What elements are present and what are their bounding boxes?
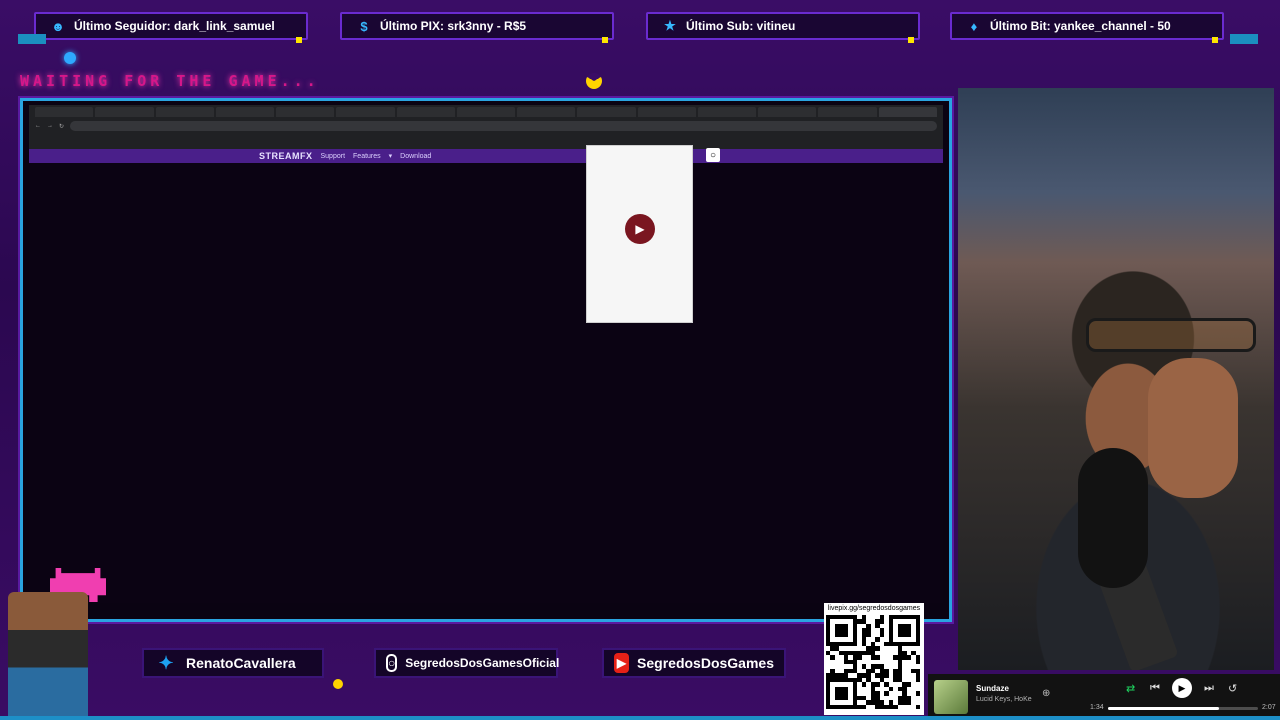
previous-icon[interactable]: ⏮ [1150,682,1160,695]
forward-icon[interactable]: → [47,123,53,129]
social-instagram: ○ SegredosDosGamesOficial [374,648,560,678]
repeat-icon[interactable]: ↺ [1228,682,1237,695]
browser-tab-active[interactable] [878,107,937,117]
diamond-icon: ♦ [970,18,978,34]
instagram-icon: ○ [386,654,398,672]
flash-popup: ▶ [586,145,693,323]
browser-tab-strip [29,105,943,119]
youtube-icon: ▶ [614,653,630,673]
browser-tab[interactable] [517,107,576,117]
qr-label: livepix.gg/segredosdosgames [827,605,921,612]
browser-toolbar: ← → ↻ [29,119,943,133]
browser-tab[interactable] [697,107,757,117]
star-icon: ★ [664,18,676,33]
pacman-icon [586,73,602,89]
twitter-handle: RenatoCavallera [186,655,296,671]
instagram-handle: SegredosDosGamesOficial [405,656,560,670]
dollar-icon: $ [360,18,368,34]
progress-fill [1108,707,1219,710]
play-pause-button[interactable]: ▶ [1172,678,1192,698]
address-bar[interactable] [70,121,937,131]
alert-last-bit: ♦ Último Bit: yankee_channel - 50 [950,12,1224,43]
qr-code-card: livepix.gg/segredosdosgames [824,603,924,715]
social-twitter: ✦ RenatoCavallera [142,648,324,678]
back-icon[interactable]: ← [35,123,41,129]
decor-bar [1230,34,1258,44]
play-icon[interactable]: ▶ [625,214,655,244]
game-capture-frame: ← → ↻ STREAMFX Support Features ▾ Downlo… [20,98,952,622]
alert-bit-text: Último Bit: yankee_channel - 50 [990,19,1171,33]
decor-bottom-line [0,716,1280,720]
progress-bar[interactable] [1108,707,1258,710]
song-title: Sundaze [976,684,1009,693]
reload-icon[interactable]: ↻ [59,123,64,130]
microphone [1078,448,1148,588]
browser-tab[interactable] [577,107,636,117]
qr-code [826,615,920,709]
add-icon[interactable]: ⊕ [1042,688,1050,699]
twitter-icon: ✦ [158,652,174,673]
nav-download-link[interactable]: Download [400,153,431,160]
total-time: 2:07 [1262,704,1276,711]
site-content [29,163,943,603]
album-art [934,680,968,714]
nav-support-link[interactable]: Support [321,153,346,160]
alert-sub-text: Último Sub: vitineu [686,19,796,33]
decor-dot [64,52,76,64]
browser-tab[interactable] [35,107,94,117]
alert-follower-text: Último Seguidor: dark_link_samuel [74,19,275,33]
browser-window: ← → ↻ [29,105,943,149]
alert-last-pix: $ Último PIX: srk3nny - R$5 [340,12,614,43]
webcam-feed [958,88,1274,670]
user-icon: ☻ [51,18,65,34]
browser-tab[interactable] [818,107,877,117]
coin-icon [333,679,343,689]
site-logo[interactable]: STREAMFX [259,151,313,161]
browser-tab[interactable] [336,107,395,117]
chevron-down-icon[interactable]: ▾ [389,152,393,160]
browser-tab[interactable] [155,107,214,117]
shuffle-icon[interactable]: ⇄ [1126,682,1135,695]
browser-tab[interactable] [396,107,455,117]
pixel-avatar [8,592,88,718]
stream-overlay: ☻ Último Seguidor: dark_link_samuel $ Úl… [0,0,1280,720]
next-icon[interactable]: ⏭ [1204,682,1214,695]
qr-module [915,704,920,709]
browser-tab[interactable] [95,107,154,117]
browser-tab[interactable] [456,107,516,117]
browser-tab[interactable] [276,107,335,117]
music-player: Sundaze Lucid Keys, HoKe ⊕ ⇄ ⏮ ▶ ⏭ ↺ 1:3… [928,674,1280,720]
alert-pix-text: Último PIX: srk3nny - R$5 [380,19,527,33]
youtube-handle: SegredosDosGames [637,655,774,671]
browser-tab[interactable] [637,107,696,117]
elapsed-time: 1:34 [1090,704,1104,711]
social-youtube: ▶ SegredosDosGames [602,648,786,678]
alert-last-sub: ★ Último Sub: vitineu [646,12,920,43]
alert-last-follower: ☻ Último Seguidor: dark_link_samuel [34,12,308,43]
waiting-banner: WAITING FOR THE GAME... [20,72,320,90]
song-artist: Lucid Keys, HoKe [976,696,1032,703]
popup-close-icon[interactable]: ○ [706,148,720,162]
streamer-glasses [1086,318,1256,352]
streamer-hand [1148,358,1238,498]
bookmarks-bar [29,133,943,145]
browser-tab[interactable] [215,107,275,117]
nav-features-link[interactable]: Features [353,153,381,160]
browser-tab[interactable] [758,107,817,117]
site-navbar: STREAMFX Support Features ▾ Download [29,149,943,163]
decor-bar [18,34,46,44]
